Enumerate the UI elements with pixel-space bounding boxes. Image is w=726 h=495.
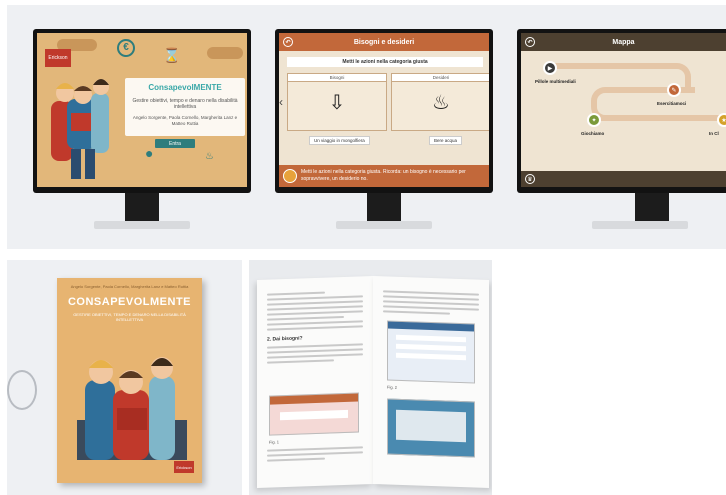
monitor-stand <box>367 193 401 223</box>
enter-button[interactable]: Entra <box>155 139 195 148</box>
hourglass-icon: ⌛ <box>163 47 181 63</box>
lamp-icon: ♨ <box>205 151 214 162</box>
euro-icon: € <box>117 39 135 57</box>
monitor-base <box>592 221 688 229</box>
cloud-decoration <box>207 47 243 59</box>
monitor-base <box>94 221 190 229</box>
monitor-stand <box>635 193 669 223</box>
family-illustration <box>77 357 187 460</box>
book-cover-panel: Angelo Sorgente, Paola Cornello, Margher… <box>7 260 242 495</box>
magic-lamp-icon: ♨ <box>432 92 450 114</box>
avatar <box>283 169 297 183</box>
app-subtitle: Gestire obiettivi, tempo e denaro nella … <box>132 98 238 110</box>
monitor-welcome: Erickson € ⌛ ● ♨ ConsapevolMENTE Gestire… <box>33 29 251 193</box>
needs-column-label: Bisogni <box>288 74 386 82</box>
app-title: ConsapevolMENTE <box>148 83 222 92</box>
trophy-icon[interactable]: ♛ <box>525 174 535 184</box>
map-header-title: Mappa <box>612 38 635 46</box>
wishes-column-label: Desideri <box>392 74 489 82</box>
needs-header: ↶ Bisogni e desideri <box>279 33 489 51</box>
publisher-logo: Erickson <box>174 461 194 473</box>
node-label: Giochiamo <box>581 131 605 136</box>
figure-screenshot <box>387 320 475 384</box>
monitor-needs: ↶ Bisogni e desideri Metti le azioni nel… <box>275 29 493 193</box>
app-authors: Angelo Sorgente, Paola Cornello, Margher… <box>132 115 238 126</box>
map-screen: ↶ Mappa ▶ Pillole multimediali ✎ Esercit… <box>521 33 726 187</box>
map-header: ↶ Mappa <box>521 33 726 51</box>
monitor-base <box>336 221 432 229</box>
figure-screenshot <box>387 398 475 458</box>
publisher-logo: Erickson <box>45 49 71 67</box>
needs-footer-text: Metti le azioni nella categoria giusta. … <box>301 169 466 182</box>
game-node[interactable]: ✦ <box>587 113 601 127</box>
book-cover: Angelo Sorgente, Paola Cornello, Margher… <box>57 278 202 483</box>
family-illustration <box>51 79 109 179</box>
needs-screen: ↶ Bisogni e desideri Metti le azioni nel… <box>279 33 489 187</box>
classroom-node[interactable]: ★ <box>717 113 726 127</box>
chevron-left-icon[interactable]: ‹ <box>279 95 283 109</box>
left-page: 2. Dai bisogni? Fig. 1 <box>257 275 373 489</box>
needs-column[interactable]: Bisogni ⇩ <box>287 73 387 131</box>
welcome-screen: Erickson € ⌛ ● ♨ ConsapevolMENTE Gestire… <box>37 33 247 187</box>
map-path <box>595 115 726 121</box>
exercise-node[interactable]: ✎ <box>667 83 681 97</box>
figure-caption: Fig. 1 <box>269 439 280 445</box>
right-page: Fig. 2 <box>373 275 489 489</box>
option-drink-water[interactable]: Bere acqua <box>429 136 463 145</box>
monitor-map: ↶ Mappa ▶ Pillole multimediali ✎ Esercit… <box>517 29 726 193</box>
open-book: 2. Dai bisogni? Fig. 1 Fig. 2 <box>257 275 489 489</box>
cover-authors: Angelo Sorgente, Paola Cornello, Margher… <box>70 284 189 289</box>
welcome-card: ConsapevolMENTE Gestire obiettivi, tempo… <box>125 78 245 136</box>
app-screenshots-panel: Erickson € ⌛ ● ♨ ConsapevolMENTE Gestire… <box>7 5 726 249</box>
open-book-panel: 2. Dai bisogni? Fig. 1 Fig. 2 <box>249 260 492 495</box>
section-heading: 2. Dai bisogni? <box>267 335 303 343</box>
needs-instruction: Metti le azioni nella categoria giusta <box>287 57 483 67</box>
option-balloon-trip[interactable]: Un viaggio in mongolfiera <box>309 136 370 145</box>
map-footer: ♛ <box>521 171 726 187</box>
node-label: In Cl <box>709 131 719 136</box>
user-icon: ● <box>145 145 154 161</box>
cover-title: CONSAPEVOLMENTE <box>67 296 191 308</box>
needs-header-title: Bisogni e desideri <box>353 38 415 46</box>
wishes-column[interactable]: Desideri ♨ <box>391 73 489 131</box>
needs-footer: Metti le azioni nella categoria giusta. … <box>279 165 489 187</box>
multimedia-node[interactable]: ▶ <box>543 61 557 75</box>
cover-subtitle: GESTIRE OBIETTIVI, TEMPO E DENARO NELLA … <box>73 312 186 322</box>
node-label: Pillole multimediali <box>535 79 576 84</box>
figure-caption: Fig. 2 <box>387 384 398 390</box>
back-arrow-icon[interactable]: ↶ <box>525 37 535 47</box>
monitor-stand <box>125 193 159 223</box>
clock-decoration <box>7 370 37 410</box>
hand-receive-icon: ⇩ <box>328 92 346 114</box>
node-label: Esercitiamoci <box>657 101 687 106</box>
back-arrow-icon[interactable]: ↶ <box>283 37 293 47</box>
figure-screenshot <box>269 392 359 436</box>
